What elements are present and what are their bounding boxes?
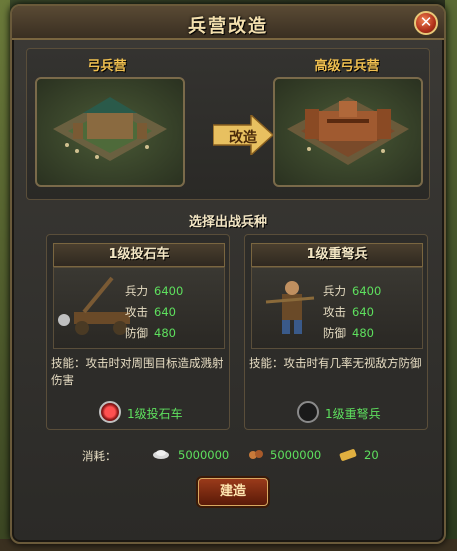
silver-icon xyxy=(152,448,170,463)
upgraded-building-image xyxy=(273,77,423,187)
stat-defense: 防御 480 xyxy=(323,326,374,340)
select-unit-title: 选择出战兵种 xyxy=(188,215,267,230)
dialog-titlebar: 兵营改造 ✕ xyxy=(12,6,444,40)
token-icon xyxy=(338,448,358,465)
cost-food: 5000000 xyxy=(270,448,322,462)
upgrade-arrow-label: 改造 xyxy=(229,130,257,146)
current-building-image xyxy=(35,77,185,187)
barracks-upgrade-dialog: 兵营改造 ✕ 弓兵营 改造 高级弓兵营 选择出战兵种 1级投石车 兵力 6400… xyxy=(10,4,446,544)
unit-skill-description: 技能：攻击时有几率无视敌方防御 xyxy=(249,356,422,370)
close-icon: ✕ xyxy=(419,13,433,31)
upgrade-preview-panel: 弓兵营 改造 高级弓兵营 xyxy=(26,48,430,200)
cost-label: 消耗： xyxy=(82,449,117,463)
unit-option-label[interactable]: 1级重弩兵 xyxy=(325,405,381,422)
upgraded-building-label: 高级弓兵营 xyxy=(314,59,380,74)
map-edge-right xyxy=(445,0,457,551)
build-button[interactable]: 建造 xyxy=(198,478,268,506)
cost-token: 20 xyxy=(364,448,379,462)
unit-option-label[interactable]: 1级投石车 xyxy=(127,405,183,422)
close-button[interactable]: ✕ xyxy=(414,11,438,35)
food-icon xyxy=(248,448,264,463)
stat-troops: 兵力 6400 xyxy=(323,284,382,298)
unit-name: 1级投石车 xyxy=(53,243,225,267)
unit-radio-catapult[interactable] xyxy=(99,401,121,423)
stat-attack: 攻击 640 xyxy=(323,305,374,319)
game-background: 兵营改造 ✕ 弓兵营 改造 高级弓兵营 选择出战兵种 1级投石车 兵力 6400… xyxy=(0,0,457,551)
unit-card-catapult[interactable]: 1级投石车 兵力 6400 攻击 640 防御 480 技能：攻击时对周围目标造成溅射… xyxy=(46,234,230,430)
dialog-title: 兵营改造 xyxy=(188,16,268,37)
stat-troops: 兵力 6400 xyxy=(125,284,184,298)
unit-radio-crossbow[interactable] xyxy=(297,401,319,423)
unit-skill-description: 技能：攻击时对周围目标造成溅射伤害 xyxy=(51,356,224,387)
unit-name: 1级重弩兵 xyxy=(251,243,423,267)
stat-defense: 防御 480 xyxy=(125,326,176,340)
unit-card-crossbow[interactable]: 1级重弩兵 兵力 6400 攻击 640 防御 480 技能：攻击时有几率无视敌方防御… xyxy=(244,234,428,430)
cost-silver: 5000000 xyxy=(178,448,230,462)
current-building-label: 弓兵营 xyxy=(87,59,127,74)
stat-attack: 攻击 640 xyxy=(125,305,176,319)
map-edge-left xyxy=(0,0,10,551)
cost-bar: 消耗： 5000000 5000000 20 xyxy=(52,446,408,464)
